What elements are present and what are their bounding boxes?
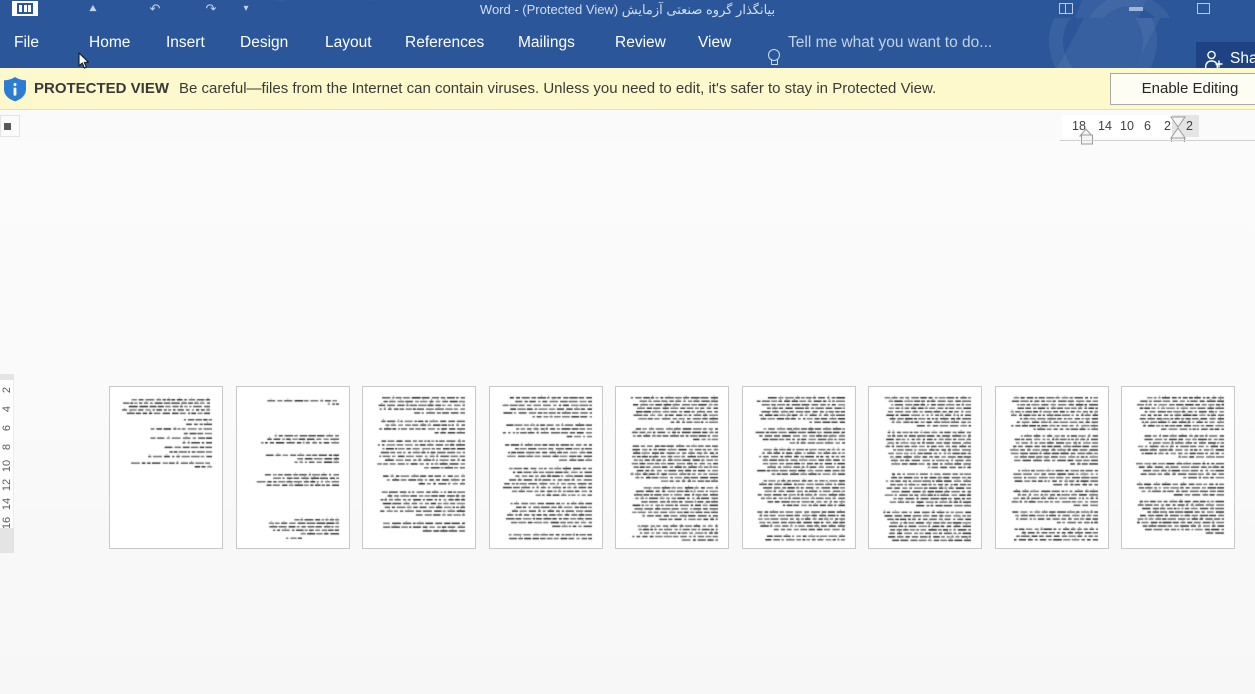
tell-me-search[interactable]: Tell me what you want to do... [788,18,992,68]
vertical-ruler-tick-0: 2 [1,386,13,394]
tab-file[interactable]: File [14,18,39,68]
protected-view-message: Be careful—files from the Internet can c… [179,80,937,97]
page-thumbnail[interactable] [615,386,729,549]
page-thumbnail[interactable] [994,386,1109,549]
page-content [1122,387,1234,548]
tab-view[interactable]: View [698,18,731,68]
page-content [742,387,855,548]
tab-layout[interactable]: Layout [325,18,372,68]
share-button-label: Share [1230,50,1255,67]
page-content [110,387,222,548]
tab-mailings[interactable]: Mailings [518,18,575,68]
page-thumbnail[interactable] [741,386,856,549]
vertical-ruler-tick-2: 6 [1,424,13,432]
tab-design[interactable]: Design [240,18,288,68]
person-add-icon [1204,50,1223,68]
document-canvas[interactable] [0,141,1255,694]
protected-view-title: PROTECTED VIEW [34,80,170,97]
tab-home[interactable]: Home [89,18,130,68]
vertical-ruler-tick-6: 14 [1,497,13,511]
close-button[interactable] [1192,1,1218,15]
page-thumbnail[interactable] [109,386,223,549]
share-button[interactable]: Share [1196,42,1255,68]
ruler-baseline [1060,140,1255,141]
shield-info-icon [4,76,26,101]
page-content [869,387,981,548]
page-thumbnail[interactable] [868,386,982,549]
page-thumbnail[interactable] [235,386,350,549]
page-content [236,387,349,548]
page-thumbnail[interactable] [362,386,476,549]
title-bar: ⯅ ↶ ↷ ▾ بیانگذار گروه صنعتی آزمایش (Prot… [0,0,1255,18]
restore-button[interactable] [1054,1,1080,15]
page-content [489,387,602,548]
ruler-tick-3: 6 [1144,119,1151,133]
vertical-ruler-tick-5: 12 [1,478,13,492]
minimize-button[interactable] [1124,1,1150,15]
vertical-ruler-margin-bottom [0,528,14,553]
page-content [616,387,728,548]
vertical-ruler-tick-1: 4 [1,405,13,413]
lightbulb-icon [766,49,780,67]
left-tab-stop-icon[interactable] [0,115,20,137]
vertical-ruler-tick-4: 10 [1,459,13,473]
page-thumbnail[interactable] [488,386,603,549]
ribbon-tab-bar: File Home Insert Design Layout Reference… [0,18,1255,68]
page-thumbnail-strip [109,386,1235,549]
vertical-ruler-tick-3: 8 [1,443,13,451]
tab-insert[interactable]: Insert [166,18,205,68]
tab-references[interactable]: References [405,18,484,68]
page-thumbnail[interactable] [1121,386,1235,549]
ruler-tick-2: 10 [1120,119,1134,133]
tab-review[interactable]: Review [615,18,666,68]
page-content [363,387,475,548]
page-content [995,387,1108,548]
protected-view-bar: PROTECTED VIEW Be careful—files from the… [0,68,1255,110]
vertical-ruler[interactable]: 2 4 6 8 10 12 14 16 [0,380,14,540]
ruler-tick-1: 14 [1098,119,1112,133]
enable-editing-button[interactable]: Enable Editing [1110,73,1255,105]
